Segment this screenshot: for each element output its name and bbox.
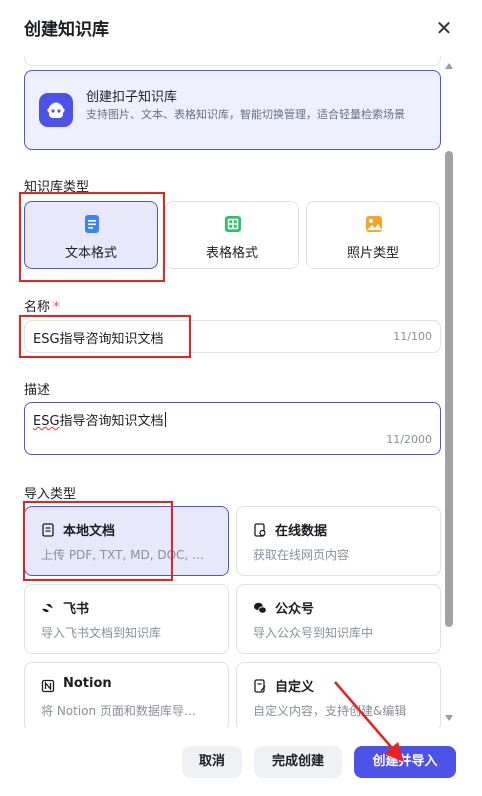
finish-create-button[interactable]: 完成创建 (254, 746, 342, 778)
import-type-label: 导入类型 (24, 487, 77, 502)
name-label: 名称 * (24, 296, 60, 315)
import-notion-title: Notion (63, 676, 112, 691)
text-doc-icon (82, 214, 102, 234)
import-local-desc: 上传 PDF, TXT, MD, DOC, … (41, 548, 205, 562)
import-feishu-title: 飞书 (63, 602, 90, 617)
kb-type-table-label: 表格格式 (205, 246, 258, 261)
name-input-value: ESG指导咨询知识文档 (33, 332, 164, 347)
close-icon[interactable]: ✕ (433, 17, 455, 39)
import-online-title: 在线数据 (275, 524, 328, 539)
import-notion-desc: 将 Notion 页面和数据库导… (41, 704, 196, 718)
notion-icon (41, 678, 55, 693)
description-value: ESG指导咨询知识文档 (33, 410, 166, 429)
description-label: 描述 (24, 383, 51, 398)
create-and-import-button[interactable]: 创建并导入 (354, 746, 456, 778)
import-custom-desc: 自定义内容，支持创建&编辑 (253, 704, 407, 718)
dialog-scrollbar[interactable] (444, 63, 454, 723)
name-label-text: 名称 (24, 300, 51, 315)
import-local-document[interactable]: 本地文档 上传 PDF, TXT, MD, DOC, … (24, 506, 229, 576)
kb-type-text[interactable]: 文本格式 (24, 201, 158, 269)
kb-type-image[interactable]: 照片类型 (306, 201, 440, 269)
import-notion[interactable]: Notion 将 Notion 页面和数据库导… (24, 662, 229, 728)
scrollbar-thumb[interactable] (445, 151, 453, 627)
custom-edit-icon (253, 678, 267, 693)
create-knowledge-base-dialog: 创建知识库 ✕ 创建扣子知识库 支持图片、文本、表格知识库，智能切换管理，适合轻… (0, 0, 482, 796)
description-value-prefix: ESG (33, 414, 60, 429)
import-wechat-official[interactable]: 公众号 导入公众号到知识库中 (236, 584, 441, 654)
web-page-icon (253, 522, 267, 537)
import-online-data[interactable]: 在线数据 获取在线网页内容 (236, 506, 441, 576)
description-char-count: 11/2000 (386, 433, 432, 446)
scroll-down-arrow-icon[interactable] (445, 715, 453, 721)
import-custom-title: 自定义 (275, 680, 315, 695)
dialog-body: 创建扣子知识库 支持图片、文本、表格知识库，智能切换管理，适合轻量检索场景 知识… (0, 56, 482, 728)
dialog-title: 创建知识库 (24, 20, 109, 40)
document-icon (41, 522, 55, 537)
scroll-up-arrow-icon[interactable] (445, 63, 453, 69)
text-caret (164, 412, 166, 427)
kb-type-text-label: 文本格式 (64, 246, 117, 261)
required-mark: * (53, 300, 60, 315)
import-custom[interactable]: 自定义 自定义内容，支持创建&编辑 (236, 662, 441, 728)
description-value-rest: 指导咨询知识文档 (59, 414, 164, 429)
import-feishu[interactable]: 飞书 导入飞书文档到知识库 (24, 584, 229, 654)
table-icon (223, 214, 243, 234)
kb-type-image-label: 照片类型 (346, 246, 399, 261)
image-icon (364, 214, 384, 234)
name-input[interactable]: ESG指导咨询知识文档 11/100 (24, 320, 441, 353)
product-description: 支持图片、文本、表格知识库，智能切换管理，适合轻量检索场景 (86, 108, 405, 121)
cancel-button[interactable]: 取消 (182, 746, 242, 778)
import-online-desc: 获取在线网页内容 (253, 548, 350, 562)
product-option-coze-kb[interactable]: 创建扣子知识库 支持图片、文本、表格知识库，智能切换管理，适合轻量检索场景 (24, 70, 441, 150)
description-textarea[interactable]: ESG指导咨询知识文档 11/2000 (24, 402, 441, 455)
import-wechat-desc: 导入公众号到知识库中 (253, 626, 374, 640)
previous-card-edge (24, 56, 441, 66)
feishu-icon (41, 600, 55, 614)
import-feishu-desc: 导入飞书文档到知识库 (41, 626, 162, 640)
kb-type-table[interactable]: 表格格式 (165, 201, 299, 269)
wechat-icon (253, 600, 267, 614)
kb-type-label: 知识库类型 (24, 180, 90, 195)
import-wechat-title: 公众号 (275, 602, 315, 617)
name-char-count: 11/100 (393, 330, 432, 343)
product-title: 创建扣子知识库 (86, 90, 178, 105)
import-local-title: 本地文档 (63, 524, 116, 539)
coze-logo-icon (39, 93, 73, 127)
